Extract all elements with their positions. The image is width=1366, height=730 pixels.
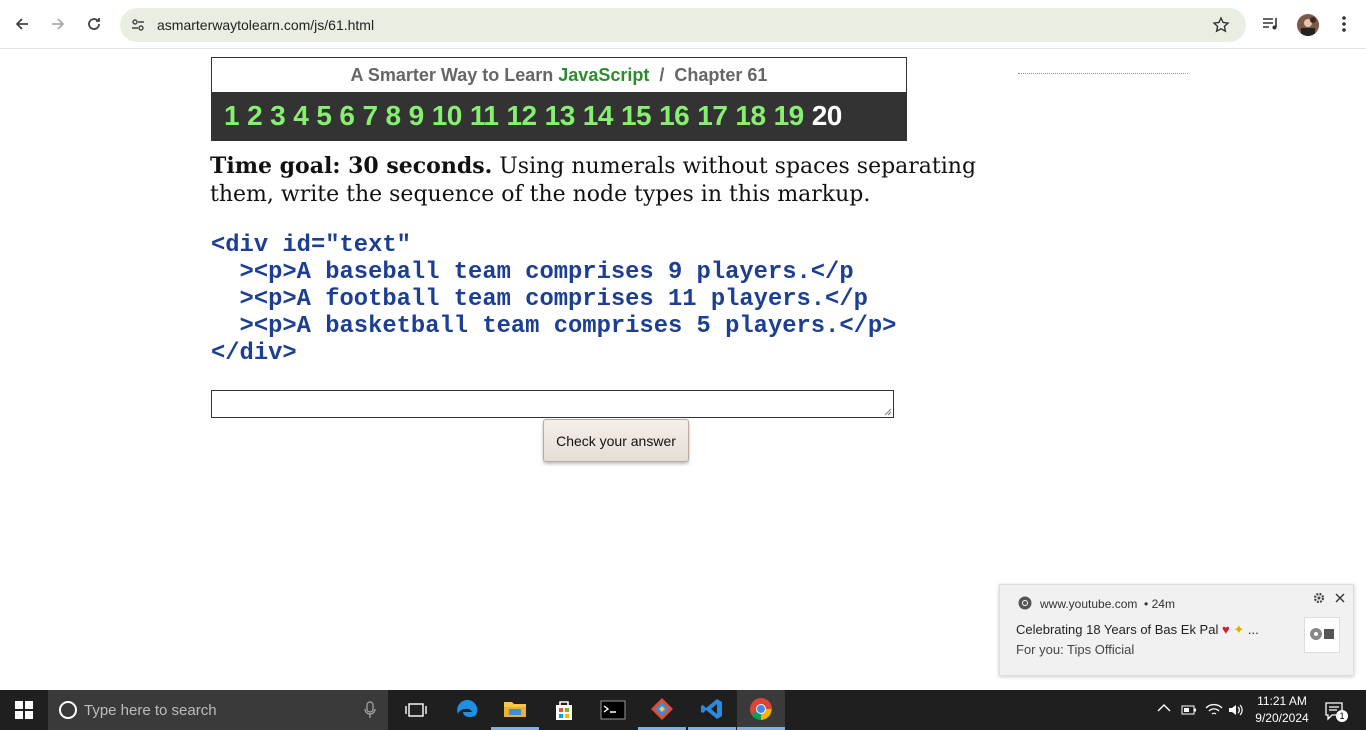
code-line: ><p>A football team comprises 11 players… — [211, 286, 868, 313]
title-chapter: Chapter 61 — [674, 65, 768, 85]
exercise-link-10[interactable]: 10 — [432, 100, 463, 132]
notification-thumbnail — [1304, 617, 1340, 653]
exercise-link-2[interactable]: 2 — [247, 100, 263, 132]
exercise-link-12[interactable]: 12 — [506, 100, 537, 132]
menu-kebab-icon[interactable] — [1336, 15, 1352, 33]
exercise-link-3[interactable]: 3 — [270, 100, 286, 132]
sparkle-emoji-icon: ✦ — [1233, 622, 1245, 637]
exercise-link-11[interactable]: 11 — [470, 100, 499, 132]
exercise-link-5[interactable]: 5 — [316, 100, 332, 132]
exercise-link-6[interactable]: 6 — [339, 100, 355, 132]
action-center-icon[interactable]: 1 — [1324, 700, 1348, 722]
system-clock[interactable]: 11:21 AM 9/20/2024 — [1250, 693, 1314, 727]
resize-handle-icon[interactable] — [884, 408, 892, 416]
chrome-logo-icon — [1018, 596, 1032, 615]
code-line: <div id="text" — [211, 232, 411, 259]
microphone-icon[interactable] — [364, 701, 376, 724]
taskbar-search-placeholder: Type here to search — [84, 702, 217, 719]
file-explorer-icon[interactable] — [491, 690, 539, 730]
notification-source: www.youtube.com • 24m — [1040, 597, 1175, 611]
windows-start-icon[interactable] — [0, 690, 48, 730]
title-separator: / — [659, 65, 665, 85]
code-line: ><p>A baseball team comprises 9 players.… — [211, 259, 854, 286]
exercise-link-13[interactable]: 13 — [545, 100, 576, 132]
profile-avatar[interactable] — [1297, 14, 1319, 36]
bookmark-star-icon[interactable] — [1212, 16, 1230, 34]
media-control-icon[interactable] — [1262, 16, 1280, 32]
wifi-icon[interactable] — [1205, 703, 1223, 717]
title-prefix: A Smarter Way to Learn — [350, 65, 559, 85]
terminal-icon[interactable] — [589, 690, 637, 730]
time-goal: Time goal: 30 seconds. — [210, 153, 493, 179]
url-text: asmarterwaytolearn.com/js/61.html — [157, 17, 375, 33]
exercise-link-19[interactable]: 19 — [774, 100, 805, 132]
clock-date: 9/20/2024 — [1255, 711, 1309, 725]
git-tool-icon[interactable] — [638, 690, 686, 730]
notification-count-badge: 1 — [1336, 710, 1348, 722]
windows-taskbar: Type here to search 11:21 AM 9/20/2024 1 — [0, 690, 1366, 730]
exercise-link-9[interactable]: 9 — [409, 100, 425, 132]
battery-icon[interactable] — [1181, 704, 1197, 716]
check-answer-button[interactable]: Check your answer — [543, 419, 689, 462]
code-line: </div> — [211, 340, 297, 367]
exercise-link-15[interactable]: 15 — [621, 100, 652, 132]
site-info-icon[interactable] — [130, 17, 146, 33]
code-line: ><p>A basketball team comprises 5 player… — [211, 313, 897, 340]
show-hidden-icons-icon[interactable] — [1157, 703, 1171, 713]
question-text: Time goal: 30 seconds. Using numerals wi… — [210, 152, 1030, 209]
edge-browser-icon[interactable] — [443, 690, 491, 730]
taskbar-search-box[interactable]: Type here to search — [48, 690, 388, 730]
clock-time: 11:21 AM — [1257, 694, 1307, 708]
task-view-icon[interactable] — [392, 690, 440, 730]
notification-body: For you: Tips Official — [1016, 642, 1135, 657]
heart-emoji-icon: ♥ — [1221, 622, 1230, 637]
exercise-link-18[interactable]: 18 — [735, 100, 766, 132]
microsoft-store-icon[interactable] — [540, 690, 588, 730]
exercise-link-20[interactable]: 20 — [812, 100, 843, 132]
decorative-divider — [1018, 73, 1188, 74]
title-javascript-link[interactable]: JavaScript — [558, 65, 649, 85]
page-content: A Smarter Way to Learn JavaScript / Chap… — [0, 49, 1366, 690]
exercise-link-1[interactable]: 1 — [224, 100, 240, 132]
exercise-link-16[interactable]: 16 — [659, 100, 690, 132]
forward-button[interactable] — [44, 10, 72, 38]
exercise-link-4[interactable]: 4 — [293, 100, 309, 132]
code-sample: <div id="text" ><p>A baseball team compr… — [211, 232, 896, 367]
vscode-icon[interactable] — [688, 690, 736, 730]
reload-button[interactable] — [80, 10, 108, 38]
gear-icon[interactable] — [1313, 591, 1325, 609]
exercise-link-7[interactable]: 7 — [362, 100, 378, 132]
volume-icon[interactable] — [1228, 703, 1244, 717]
chrome-taskbar-icon[interactable] — [737, 690, 785, 730]
course-title: A Smarter Way to Learn JavaScript / Chap… — [212, 58, 906, 92]
exercise-link-14[interactable]: 14 — [583, 100, 614, 132]
close-icon[interactable] — [1334, 591, 1346, 609]
address-bar[interactable]: asmarterwaytolearn.com/js/61.html — [120, 8, 1246, 42]
cortana-icon — [58, 700, 78, 725]
exercise-link-8[interactable]: 8 — [386, 100, 402, 132]
exercise-number-nav: 1 2 3 4 5 6 7 8 9 10 11 12 13 14 15 16 17 18 19 20 — [212, 92, 906, 140]
answer-textarea[interactable] — [211, 390, 894, 418]
browser-toolbar: asmarterwaytolearn.com/js/61.html — [0, 0, 1366, 49]
back-button[interactable] — [8, 10, 36, 38]
course-header: A Smarter Way to Learn JavaScript / Chap… — [211, 57, 907, 141]
browser-notification[interactable]: www.youtube.com • 24m Celebrating 18 Yea… — [999, 584, 1354, 676]
notification-title: Celebrating 18 Years of Bas Ek Pal ♥ ✦ .… — [1016, 622, 1259, 637]
exercise-link-17[interactable]: 17 — [697, 100, 728, 132]
